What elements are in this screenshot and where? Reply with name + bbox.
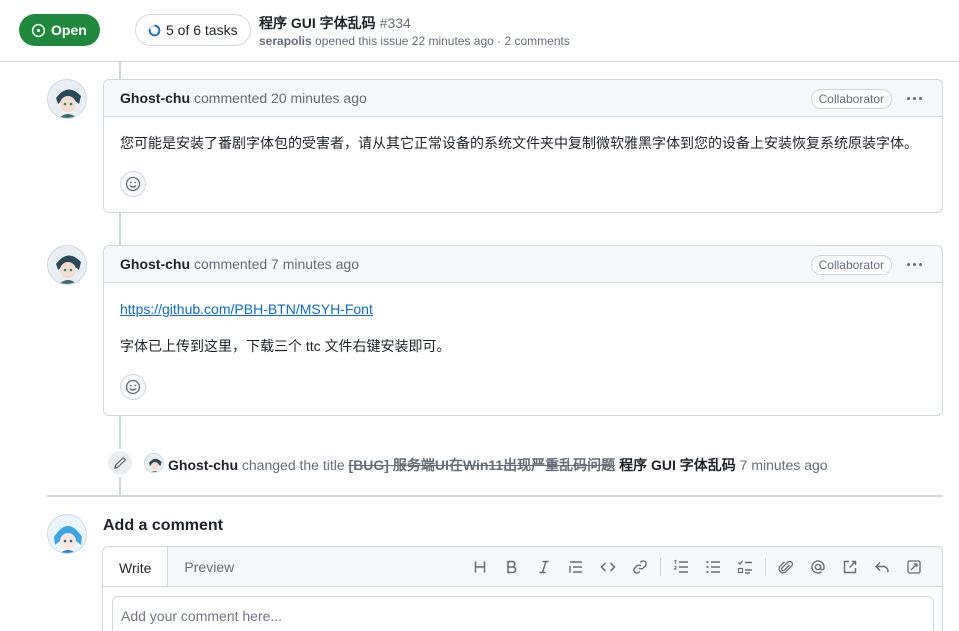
cross-reference-icon[interactable]	[834, 555, 866, 579]
event-timestamp[interactable]: 7 minutes ago	[740, 457, 828, 473]
italic-icon[interactable]	[528, 555, 560, 579]
toolbar-separator	[660, 558, 661, 576]
quote-icon[interactable]	[560, 555, 592, 579]
comment-timestamp[interactable]: commented 7 minutes ago	[194, 256, 359, 272]
new-title: 程序 GUI 字体乱码	[619, 457, 736, 473]
avatar-image	[48, 246, 86, 284]
avatar-image	[48, 515, 86, 553]
tasks-progress-badge[interactable]: 5 of 6 tasks	[135, 14, 251, 46]
comment-author[interactable]: Ghost-chu	[120, 90, 190, 106]
avatar-image	[48, 80, 86, 118]
add-reaction-button[interactable]	[120, 374, 146, 400]
issue-author-link[interactable]: serapolis	[259, 34, 312, 48]
comment-text: 字体已上传到这里，下载三个 ttc 文件右键安装即可。	[120, 338, 451, 354]
tab-preview[interactable]: Preview	[168, 547, 250, 587]
issue-state-label: Open	[51, 22, 87, 38]
task-list-icon[interactable]	[729, 555, 761, 579]
timeline-divider	[47, 495, 943, 497]
comment-editor: Write Preview	[102, 546, 943, 631]
issue-number: #334	[379, 15, 411, 31]
mention-icon[interactable]	[802, 555, 834, 579]
kebab-menu-icon[interactable]	[904, 254, 924, 274]
font-repo-link[interactable]: https://github.com/PBH-BTN/MSYH-Font	[120, 301, 373, 317]
heading-icon[interactable]	[464, 555, 496, 579]
attach-icon[interactable]	[770, 555, 802, 579]
add-comment-heading: Add a comment	[103, 517, 224, 534]
comment-text: 您可能是安装了番剧字体包的受害者，请从其它正常设备的系统文件夹中复制微软雅黑字体…	[120, 135, 918, 151]
old-title: [BUG] 服务端UI在Win11出现严重乱码问题	[348, 457, 616, 473]
smiley-icon	[125, 176, 141, 192]
issue-title-text: 程序 GUI 字体乱码	[259, 15, 376, 31]
bold-icon[interactable]	[496, 555, 528, 579]
unordered-list-icon[interactable]	[697, 555, 729, 579]
pencil-icon	[106, 449, 134, 477]
tasks-progress-label: 5 of 6 tasks	[166, 22, 238, 38]
tab-write[interactable]: Write	[103, 547, 169, 588]
ordered-list-icon[interactable]	[665, 555, 697, 579]
smiley-icon	[125, 379, 141, 395]
issue-meta: serapolis opened this issue 22 minutes a…	[259, 34, 570, 48]
issue-meta-text: opened this issue 22 minutes ago · 2 com…	[311, 34, 570, 48]
issue-opened-icon	[31, 23, 46, 37]
timeline-line	[119, 62, 121, 80]
code-icon[interactable]	[592, 555, 624, 579]
add-reaction-button[interactable]	[120, 171, 146, 197]
editor-tabs: Write Preview	[103, 547, 250, 588]
editor-body	[103, 586, 942, 631]
timeline-comment: Ghost-chu commented 7 minutes ago Collab…	[103, 245, 943, 416]
avatar-image	[145, 454, 163, 472]
timeline-comment: Ghost-chu commented 20 minutes ago Colla…	[103, 79, 943, 213]
current-user-avatar[interactable]	[47, 514, 87, 554]
timeline-line	[119, 212, 121, 246]
link-icon[interactable]	[624, 555, 656, 579]
avatar[interactable]	[47, 245, 87, 285]
fullscreen-icon[interactable]	[898, 555, 930, 579]
comment-textarea[interactable]	[112, 596, 934, 631]
event-action: changed the title	[241, 457, 345, 473]
comment-author[interactable]: Ghost-chu	[120, 256, 190, 272]
issue-title: 程序 GUI 字体乱码 #334	[259, 13, 411, 33]
collaborator-badge: Collaborator	[810, 89, 892, 109]
markdown-toolbar	[464, 555, 930, 579]
progress-ring-icon	[148, 24, 161, 36]
issue-sticky-header: Open 5 of 6 tasks 程序 GUI 字体乱码 #334 serapo…	[0, 0, 959, 62]
comment-body: https://github.com/PBH-BTN/MSYH-Font 字体已…	[104, 283, 942, 373]
kebab-menu-icon[interactable]	[904, 88, 924, 108]
collaborator-badge: Collaborator	[810, 255, 892, 275]
comment-body: 您可能是安装了番剧字体包的受害者，请从其它正常设备的系统文件夹中复制微软雅黑字体…	[104, 117, 942, 170]
comment-header: Ghost-chu commented 7 minutes ago Collab…	[104, 246, 942, 283]
toolbar-separator	[765, 558, 766, 576]
reply-icon[interactable]	[866, 555, 898, 579]
comment-timestamp[interactable]: commented 20 minutes ago	[194, 90, 367, 106]
issue-state-badge: Open	[19, 14, 100, 46]
rename-event-text: Ghost-chu changed the title [BUG] 服务端UI在…	[168, 455, 828, 475]
avatar[interactable]	[47, 79, 87, 119]
event-author[interactable]: Ghost-chu	[168, 457, 238, 473]
comment-header: Ghost-chu commented 20 minutes ago Colla…	[104, 80, 942, 117]
event-avatar[interactable]	[144, 453, 164, 473]
